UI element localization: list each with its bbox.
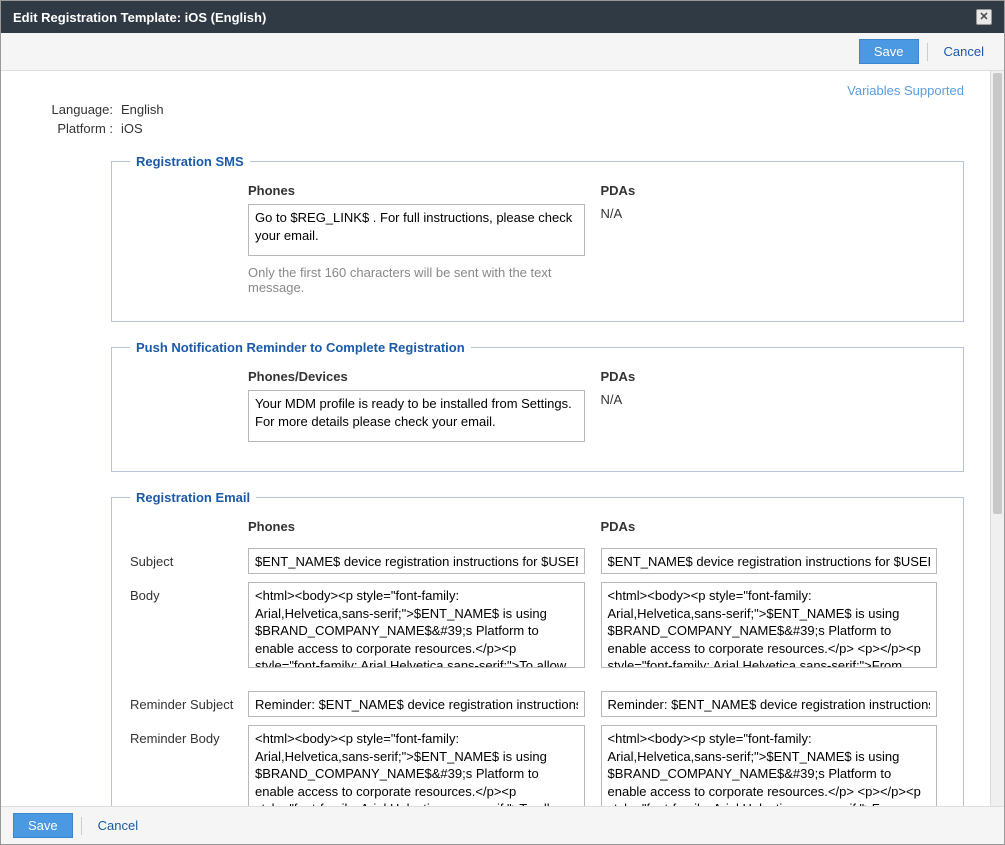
subject-label: Subject xyxy=(130,548,240,569)
language-value: English xyxy=(121,102,164,117)
meta-platform: Platform : iOS xyxy=(41,121,964,136)
email-pdas-header: PDAs xyxy=(601,519,938,534)
email-phones-body-textarea[interactable] xyxy=(248,582,585,668)
close-icon[interactable]: ✕ xyxy=(976,9,992,25)
cancel-button-top[interactable]: Cancel xyxy=(936,40,992,63)
email-phones-subject-input[interactable] xyxy=(248,548,585,574)
push-phones-textarea[interactable] xyxy=(248,390,585,442)
platform-label: Platform : xyxy=(41,121,121,136)
body-label: Body xyxy=(130,582,240,603)
push-pdas-value: N/A xyxy=(601,390,938,407)
email-pdas-reminder-body-textarea[interactable] xyxy=(601,725,938,806)
email-legend: Registration Email xyxy=(130,490,256,505)
email-pdas-reminder-subject-input[interactable] xyxy=(601,691,938,717)
save-button-top[interactable]: Save xyxy=(859,39,919,64)
reminder-subject-label: Reminder Subject xyxy=(130,691,240,712)
spacer xyxy=(130,183,240,189)
registration-email-group: Registration Email Phones PDAs Subject B… xyxy=(111,490,964,806)
language-label: Language: xyxy=(41,102,121,117)
cancel-button-bottom[interactable]: Cancel xyxy=(90,814,146,837)
registration-sms-group: Registration SMS Phones Only the first 1… xyxy=(111,154,964,322)
dialog-window: Edit Registration Template: iOS (English… xyxy=(0,0,1005,845)
push-notification-group: Push Notification Reminder to Complete R… xyxy=(111,340,964,472)
sms-pdas-value: N/A xyxy=(601,204,938,221)
email-phones-reminder-body-textarea[interactable] xyxy=(248,725,585,806)
sms-pdas-header: PDAs xyxy=(601,183,938,198)
platform-value: iOS xyxy=(121,121,143,136)
registration-sms-legend: Registration SMS xyxy=(130,154,250,169)
scrollbar-thumb[interactable] xyxy=(993,73,1002,514)
content-scroll[interactable]: Variables Supported Language: English Pl… xyxy=(1,71,1004,806)
titlebar: Edit Registration Template: iOS (English… xyxy=(1,1,1004,33)
email-phones-header: Phones xyxy=(248,519,585,534)
email-pdas-body-textarea[interactable] xyxy=(601,582,938,668)
push-pdas-header: PDAs xyxy=(601,369,938,384)
spacer xyxy=(130,519,240,525)
vertical-scrollbar[interactable] xyxy=(990,71,1004,806)
action-bar-top: Save Cancel xyxy=(1,33,1004,71)
push-legend: Push Notification Reminder to Complete R… xyxy=(130,340,471,355)
spacer xyxy=(130,369,240,375)
separator xyxy=(927,43,928,61)
sms-phones-header: Phones xyxy=(248,183,585,198)
save-button-bottom[interactable]: Save xyxy=(13,813,73,838)
email-phones-reminder-subject-input[interactable] xyxy=(248,691,585,717)
separator xyxy=(81,817,82,835)
email-pdas-subject-input[interactable] xyxy=(601,548,938,574)
meta-language: Language: English xyxy=(41,102,964,117)
variables-supported-link[interactable]: Variables Supported xyxy=(41,83,964,98)
sms-phones-textarea[interactable] xyxy=(248,204,585,256)
sms-hint: Only the first 160 characters will be se… xyxy=(248,265,585,295)
push-phones-header: Phones/Devices xyxy=(248,369,585,384)
dialog-title: Edit Registration Template: iOS (English… xyxy=(13,10,266,25)
action-bar-bottom: Save Cancel xyxy=(1,806,1004,844)
content-wrap: Variables Supported Language: English Pl… xyxy=(1,71,1004,806)
reminder-body-label: Reminder Body xyxy=(130,725,240,746)
